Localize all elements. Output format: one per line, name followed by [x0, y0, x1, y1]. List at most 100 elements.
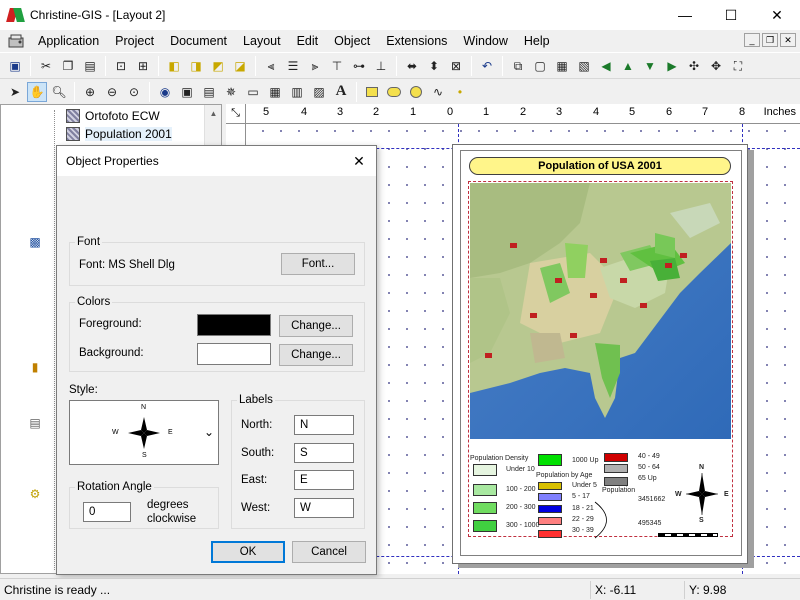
align-left-icon[interactable]: ⫷	[261, 56, 281, 76]
legend-age-title: Population by Age	[536, 472, 593, 479]
cut-icon[interactable]: ✂	[36, 56, 56, 76]
point-icon[interactable]: •	[450, 82, 470, 102]
align-middle-icon[interactable]: ⊶	[349, 56, 369, 76]
scale-bar-icon[interactable]: ▭	[243, 82, 263, 102]
zoom-actual-icon[interactable]: ⊙	[124, 82, 144, 102]
move-right-icon[interactable]: ▶	[662, 56, 682, 76]
menu-extensions[interactable]: Extensions	[378, 30, 455, 52]
chevron-down-icon[interactable]: ⌄	[204, 425, 214, 439]
ungroup-icon[interactable]: ⊞	[133, 56, 153, 76]
rotation-angle-input[interactable]	[83, 502, 131, 522]
app-menu-icon[interactable]	[8, 33, 26, 49]
paste-icon[interactable]: ▤	[80, 56, 100, 76]
tree-item-population-2001[interactable]: Population 2001	[66, 125, 172, 143]
colors-group-label: Colors	[75, 296, 113, 308]
dialog-close-button[interactable]: ✕	[350, 152, 368, 170]
bring-forward-icon[interactable]: ◩	[208, 56, 228, 76]
view-frame-icon[interactable]: ▣	[177, 82, 197, 102]
menu-edit[interactable]: Edit	[289, 30, 327, 52]
minimize-button[interactable]: —	[662, 0, 708, 30]
group-icon[interactable]: ⊡	[111, 56, 131, 76]
menu-document[interactable]: Document	[162, 30, 235, 52]
mdi-close-button[interactable]: ✕	[780, 33, 796, 47]
table-frame-icon[interactable]: ▦	[265, 82, 285, 102]
shapes-icon[interactable]: ⧉	[508, 56, 528, 76]
align-bottom-icon[interactable]: ⊥	[371, 56, 391, 76]
maximize-button[interactable]: ☐	[708, 0, 754, 30]
legend-compass-e: E	[724, 491, 729, 498]
table-node-icon[interactable]: ▤	[28, 416, 42, 430]
polyline-icon[interactable]: ∿	[428, 82, 448, 102]
align-center-icon[interactable]: ☰	[283, 56, 303, 76]
same-height-icon[interactable]: ⬍	[424, 56, 444, 76]
same-size-icon[interactable]: ⊠	[446, 56, 466, 76]
west-input[interactable]	[294, 498, 354, 518]
usa-population-map[interactable]	[470, 183, 731, 439]
align-top-icon[interactable]: ⊤	[327, 56, 347, 76]
population-bracket-icon	[594, 501, 607, 539]
chart-frame-icon[interactable]: ▥	[287, 82, 307, 102]
east-input[interactable]	[294, 470, 354, 490]
mdi-restore-button[interactable]: ❐	[762, 33, 778, 47]
dialog-title-bar[interactable]: Object Properties ✕	[57, 146, 376, 176]
move-left-icon[interactable]: ◀	[596, 56, 616, 76]
tree-item-ortofoto-ecw[interactable]: Ortofoto ECW	[66, 107, 160, 125]
menu-window[interactable]: Window	[455, 30, 515, 52]
menu-object[interactable]: Object	[326, 30, 378, 52]
close-button[interactable]: ✕	[754, 0, 800, 30]
zoom-icon[interactable]: 🔍︎	[49, 82, 69, 102]
save-icon[interactable]: ▣	[5, 56, 25, 76]
background-change-button[interactable]: Change...	[279, 344, 353, 366]
south-input[interactable]	[294, 443, 354, 463]
chart-node-icon[interactable]: ▮	[28, 360, 42, 374]
background-label: Background:	[79, 347, 144, 359]
ruler-corner-icon[interactable]: ⤡	[226, 104, 246, 124]
undo-icon[interactable]: ↶	[477, 56, 497, 76]
table-icon[interactable]: ▦	[552, 56, 572, 76]
font-button[interactable]: Font...	[281, 253, 355, 275]
map-title[interactable]: Population of USA 2001	[469, 157, 731, 175]
style-select[interactable]: N S E W ⌄	[69, 400, 219, 465]
layout-node-icon[interactable]: ▩	[28, 235, 42, 249]
mdi-minimize-button[interactable]: _	[744, 33, 760, 47]
scroll-up-icon[interactable]: ▲	[205, 105, 222, 122]
script-node-icon[interactable]: ⚙	[28, 487, 42, 501]
rounded-rectangle-icon[interactable]	[384, 82, 404, 102]
map-frame-icon[interactable]: ◉	[155, 82, 175, 102]
north-input[interactable]	[294, 415, 354, 435]
cancel-button[interactable]: Cancel	[292, 541, 366, 563]
same-width-icon[interactable]: ⬌	[402, 56, 422, 76]
zoom-out-icon[interactable]: ⊖	[102, 82, 122, 102]
rectangle-icon[interactable]	[362, 82, 382, 102]
pointer-icon[interactable]: ➤	[5, 82, 25, 102]
north-arrow-icon[interactable]: ✵	[221, 82, 241, 102]
send-back-icon[interactable]: ◨	[186, 56, 206, 76]
text-icon[interactable]: A	[331, 82, 351, 102]
pan-hand-icon[interactable]: ✋	[27, 81, 47, 102]
send-backward-icon[interactable]: ◪	[230, 56, 250, 76]
ellipse-icon[interactable]	[406, 82, 426, 102]
ruler-tick: 1	[483, 106, 490, 118]
menu-project[interactable]: Project	[107, 30, 162, 52]
menu-help[interactable]: Help	[516, 30, 558, 52]
expand-icon[interactable]: ✥	[706, 56, 726, 76]
foreground-change-button[interactable]: Change...	[279, 315, 353, 337]
page-icon[interactable]: ▢	[530, 56, 550, 76]
move-up-icon[interactable]: ▲	[618, 56, 638, 76]
fit-page-icon[interactable]: ⛶	[728, 56, 748, 76]
map-marker	[665, 263, 672, 268]
copy-icon[interactable]: ❐	[58, 56, 78, 76]
align-right-icon[interactable]: ⫸	[305, 56, 325, 76]
legend-icon[interactable]: ▤	[199, 82, 219, 102]
ok-button[interactable]: OK	[211, 541, 285, 563]
shrink-icon[interactable]: ✣	[684, 56, 704, 76]
map-legend[interactable]: Population Density Under 10 100 - 200 20…	[470, 450, 731, 540]
move-down-icon[interactable]: ▼	[640, 56, 660, 76]
menu-layout[interactable]: Layout	[235, 30, 289, 52]
zoom-in-icon[interactable]: ⊕	[80, 82, 100, 102]
ruler-tick: 4	[301, 106, 308, 118]
bring-front-icon[interactable]: ◧	[164, 56, 184, 76]
properties-icon[interactable]: ▧	[574, 56, 594, 76]
picture-frame-icon[interactable]: ▨	[309, 82, 329, 102]
menu-application[interactable]: Application	[30, 30, 107, 52]
